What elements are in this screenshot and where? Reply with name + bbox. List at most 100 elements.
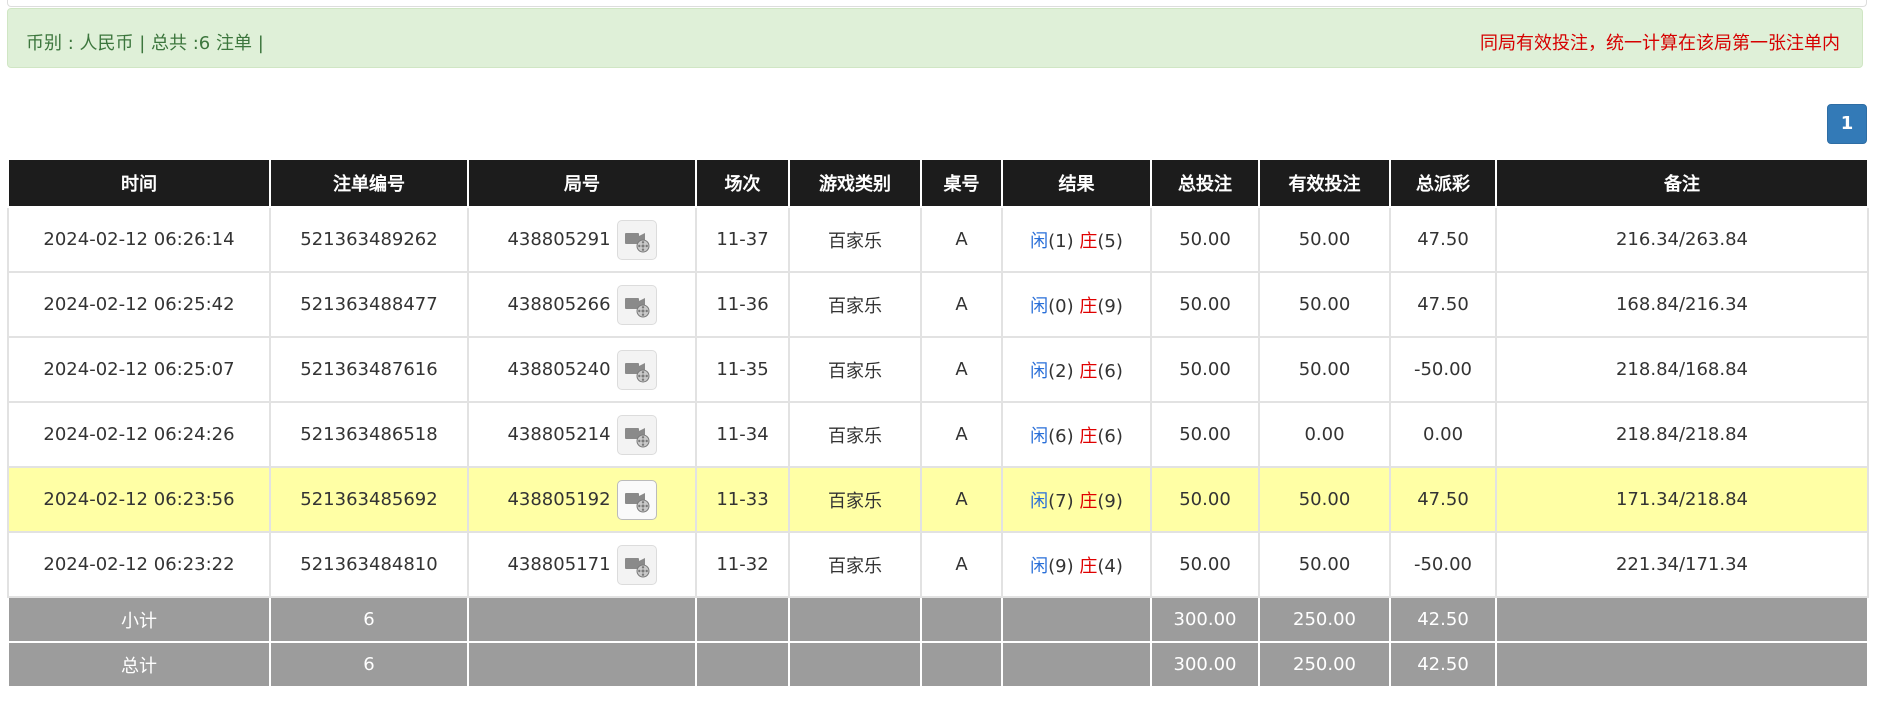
page-button-1[interactable]: 1	[1827, 104, 1867, 144]
header-time: 时间	[7, 158, 271, 208]
result: 闲(6) 庄(6)	[1001, 401, 1152, 468]
result: 闲(7) 庄(9)	[1001, 466, 1152, 533]
result: 闲(2) 庄(6)	[1001, 336, 1152, 403]
total-label: 总计	[7, 641, 271, 688]
banker-label: 庄	[1079, 360, 1098, 382]
total-bet: 50.00	[1150, 206, 1260, 273]
session: 11-36	[695, 271, 790, 338]
header-total-bet: 总投注	[1150, 158, 1260, 208]
summary-bar: 币别 : 人民币 | 总共 :6 注单 | 同局有效投注，统一计算在该局第一张注…	[7, 8, 1863, 68]
game-type: 百家乐	[788, 336, 922, 403]
bet-id: 521363488477	[269, 271, 469, 338]
result: 闲(1) 庄(5)	[1001, 206, 1152, 273]
banker-label: 庄	[1079, 555, 1098, 577]
payout: 47.50	[1389, 466, 1497, 533]
banker-score: (6)	[1097, 360, 1123, 382]
total-total-bet: 300.00	[1150, 641, 1260, 688]
player-label: 闲	[1030, 295, 1049, 317]
player-score: (1)	[1048, 230, 1074, 252]
bet-time: 2024-02-12 06:23:22	[7, 531, 271, 598]
note: 221.34/171.34	[1495, 531, 1869, 598]
total-bet: 50.00	[1150, 466, 1260, 533]
total-count: 6	[269, 641, 469, 688]
table-row: 2024-02-12 06:23:22 521363484810 438805171…	[7, 531, 1869, 598]
banker-score: (6)	[1097, 425, 1123, 447]
valid-bet: 50.00	[1258, 466, 1391, 533]
round-cell: 438805266	[467, 271, 697, 338]
video-replay-icon[interactable]	[616, 219, 657, 260]
header-note: 备注	[1495, 158, 1869, 208]
total-bet: 50.00	[1150, 531, 1260, 598]
banker-label: 庄	[1079, 490, 1098, 512]
video-replay-icon[interactable]	[616, 284, 657, 325]
total-payout: 42.50	[1389, 641, 1497, 688]
header-payout: 总派彩	[1389, 158, 1497, 208]
round-cell: 438805214	[467, 401, 697, 468]
table-row: 2024-02-12 06:25:07 521363487616 438805240…	[7, 336, 1869, 403]
video-replay-icon[interactable]	[616, 544, 657, 585]
table-header-row: 时间 注单编号 局号 场次 游戏类别 桌号 结果 总投注 有效投注 总派彩 备注	[7, 158, 1869, 208]
table-row: 2024-02-12 06:24:26 521363486518 438805214…	[7, 401, 1869, 468]
valid-bet: 50.00	[1258, 531, 1391, 598]
game-type: 百家乐	[788, 206, 922, 273]
banker-score: (5)	[1097, 230, 1123, 252]
session: 11-32	[695, 531, 790, 598]
bet-records-table: 时间 注单编号 局号 场次 游戏类别 桌号 结果 总投注 有效投注 总派彩 备注…	[7, 158, 1869, 688]
payout: -50.00	[1389, 336, 1497, 403]
session: 11-37	[695, 206, 790, 273]
valid-bet: 0.00	[1258, 401, 1391, 468]
round-id: 438805240	[507, 359, 611, 380]
table-row: 2024-02-12 06:23:56 521363485692 438805192…	[7, 466, 1869, 533]
bet-time: 2024-02-12 06:26:14	[7, 206, 271, 273]
bet-id: 521363489262	[269, 206, 469, 273]
bet-id: 521363484810	[269, 531, 469, 598]
banker-label: 庄	[1079, 295, 1098, 317]
video-replay-icon[interactable]	[616, 414, 657, 455]
video-replay-icon[interactable]	[616, 349, 657, 390]
player-label: 闲	[1030, 360, 1049, 382]
subtotal-payout: 42.50	[1389, 596, 1497, 643]
total-bet: 50.00	[1150, 401, 1260, 468]
note: 218.84/218.84	[1495, 401, 1869, 468]
round-id: 438805214	[507, 424, 611, 445]
table-no: A	[920, 271, 1003, 338]
header-result: 结果	[1001, 158, 1152, 208]
result: 闲(9) 庄(4)	[1001, 531, 1152, 598]
valid-bet: 50.00	[1258, 336, 1391, 403]
table-no: A	[920, 531, 1003, 598]
header-valid-bet: 有效投注	[1258, 158, 1391, 208]
player-label: 闲	[1030, 230, 1049, 252]
session: 11-34	[695, 401, 790, 468]
table-no: A	[920, 466, 1003, 533]
valid-bet: 50.00	[1258, 271, 1391, 338]
total-row: 总计 6 300.00 250.00 42.50	[7, 641, 1869, 688]
bet-time: 2024-02-12 06:25:07	[7, 336, 271, 403]
round-id: 438805192	[507, 489, 611, 510]
round-id: 438805171	[507, 554, 611, 575]
table-row: 2024-02-12 06:25:42 521363488477 438805266…	[7, 271, 1869, 338]
round-cell: 438805192	[467, 466, 697, 533]
subtotal-label: 小计	[7, 596, 271, 643]
note: 171.34/218.84	[1495, 466, 1869, 533]
banker-score: (9)	[1097, 490, 1123, 512]
player-score: (0)	[1048, 295, 1074, 317]
subtotal-count: 6	[269, 596, 469, 643]
header-bet-id: 注单编号	[269, 158, 469, 208]
note: 218.84/168.84	[1495, 336, 1869, 403]
player-score: (7)	[1048, 490, 1074, 512]
video-replay-icon[interactable]	[616, 479, 657, 520]
table-no: A	[920, 336, 1003, 403]
subtotal-row: 小计 6 300.00 250.00 42.50	[7, 596, 1869, 643]
player-label: 闲	[1030, 425, 1049, 447]
bet-time: 2024-02-12 06:24:26	[7, 401, 271, 468]
round-id: 438805291	[507, 229, 611, 250]
payout: 0.00	[1389, 401, 1497, 468]
bet-id: 521363485692	[269, 466, 469, 533]
total-bet: 50.00	[1150, 336, 1260, 403]
total-valid-bet: 250.00	[1258, 641, 1391, 688]
valid-bet-notice: 同局有效投注，统一计算在该局第一张注单内	[1480, 33, 1840, 54]
payout: 47.50	[1389, 271, 1497, 338]
game-type: 百家乐	[788, 401, 922, 468]
header-game-type: 游戏类别	[788, 158, 922, 208]
table-no: A	[920, 206, 1003, 273]
